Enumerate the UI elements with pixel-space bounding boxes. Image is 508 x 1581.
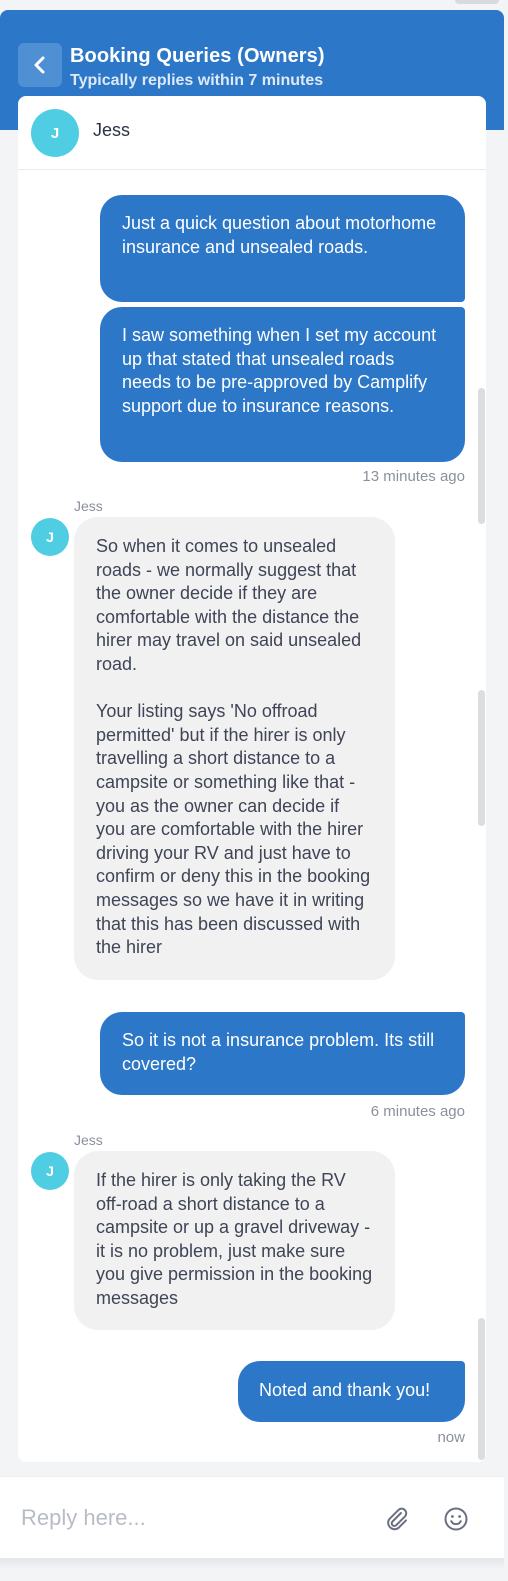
scrollbar-thumb[interactable]: [478, 690, 485, 826]
chat-title: Booking Queries (Owners): [70, 45, 325, 67]
chevron-left-icon: [34, 56, 45, 74]
outgoing-message: Noted and thank you!: [238, 1361, 465, 1422]
incoming-message: So when it comes to unsealed roads - we …: [74, 517, 395, 980]
message-timestamp: 6 minutes ago: [370, 1103, 465, 1120]
agent-avatar: J: [31, 109, 79, 157]
message-timestamp: now: [437, 1429, 465, 1446]
agent-avatar: J: [31, 1152, 69, 1190]
sender-name: Jess: [74, 1132, 103, 1148]
incoming-message: If the hirer is only taking the RV off-r…: [74, 1151, 395, 1330]
outgoing-message: I saw something when I set my account up…: [100, 307, 465, 462]
outgoing-message: Just a quick question about motorhome in…: [100, 195, 465, 302]
message-timestamp: 13 minutes ago: [362, 468, 465, 485]
top-edge-tab: [455, 0, 499, 4]
bottom-shadow: [0, 1558, 504, 1570]
reply-input[interactable]: [21, 1503, 361, 1533]
reply-time-subtitle: Typically replies within 7 minutes: [70, 72, 324, 89]
agent-info-row: J Jess: [18, 96, 486, 170]
attach-button[interactable]: [381, 1503, 413, 1535]
agent-name: Jess: [93, 120, 131, 140]
emoji-button[interactable]: [440, 1503, 472, 1535]
scrollbar-thumb[interactable]: [478, 388, 485, 524]
back-button[interactable]: [18, 43, 62, 87]
outgoing-message: So it is not a insurance problem. Its st…: [100, 1012, 465, 1095]
sender-name: Jess: [74, 498, 103, 514]
agent-avatar: J: [31, 518, 69, 556]
reply-composer: [0, 1476, 504, 1558]
smiley-icon: [444, 1507, 468, 1531]
scrollbar-thumb[interactable]: [478, 1318, 485, 1460]
paperclip-icon: [387, 1507, 408, 1531]
